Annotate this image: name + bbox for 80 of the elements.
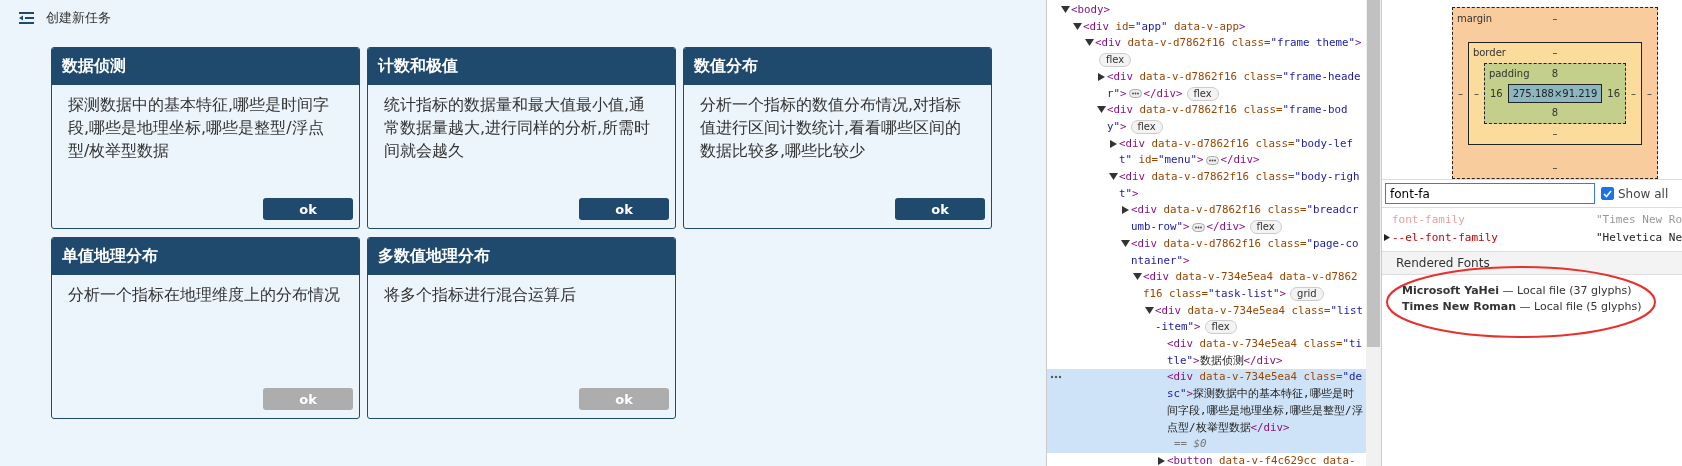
card-description: 统计指标的数据量和最大值最小值,通常数据量越大,进行同样的分析,所需时间就会越久 <box>383 94 652 162</box>
dom-node-line[interactable]: <div data-v-734e5ea4 class="title">数据侦测</div> <box>1047 336 1366 370</box>
ellipsis-icon[interactable] <box>1205 155 1219 165</box>
collapse-arrow-icon[interactable] <box>1085 39 1094 48</box>
box-value: – <box>1551 12 1559 24</box>
box-value: 16 <box>1606 87 1622 99</box>
card-description: 将多个指标进行混合运算后 <box>383 284 577 306</box>
property-name: --el-font-family <box>1392 230 1499 246</box>
layout-badge[interactable]: flex <box>1130 119 1163 134</box>
ok-button[interactable]: ok <box>263 198 353 220</box>
show-all-checkbox[interactable]: Show all <box>1601 186 1669 201</box>
box-value: – <box>1551 47 1559 58</box>
box-value: – <box>1472 87 1480 99</box>
property-value: "Helvetica Ne <box>1596 230 1682 246</box>
layout-badge[interactable]: flex <box>1249 220 1282 235</box>
box-value: – <box>1646 87 1654 99</box>
dom-node-line[interactable]: <div data-v-d7862f16 class="breadcrumb-row"> </div> flex <box>1047 202 1366 236</box>
layout-badge[interactable]: flex <box>1186 86 1219 101</box>
ellipsis-icon[interactable] <box>1191 222 1205 232</box>
card-title: 计数和极值 <box>368 48 675 85</box>
card-title: 数据侦测 <box>52 48 359 85</box>
page-title: 创建新任务 <box>46 9 111 27</box>
card-description: 分析一个指标在地理维度上的分布情况 <box>67 284 341 306</box>
card-description: 分析一个指标的数值分布情况,对指标值进行区间计数统计,看看哪些区间的数据比较多,哪些比较少 <box>699 94 963 162</box>
layout-badge[interactable]: flex <box>1099 53 1132 68</box>
ok-button[interactable]: ok <box>579 198 669 220</box>
selection-marker: == $0 <box>1173 436 1208 453</box>
box-label: margin <box>1456 12 1493 24</box>
dom-node-line[interactable]: <body> <box>1047 2 1366 19</box>
dom-node-line[interactable]: <div data-v-d7862f16 class="body-right"> <box>1047 169 1366 203</box>
dom-node-line[interactable]: <div data-v-d7862f16 class="frame-body"> flex <box>1047 102 1366 136</box>
content-size: 275.188×91.219 <box>1507 83 1603 103</box>
expand-arrow-icon[interactable] <box>1097 72 1106 81</box>
expand-arrow-icon[interactable] <box>1109 139 1118 148</box>
collapse-arrow-icon[interactable] <box>1133 273 1142 282</box>
dom-node-line[interactable]: <div data-v-734e5ea4 class="list-item"> flex <box>1047 302 1366 337</box>
ok-button[interactable]: ok <box>895 198 985 220</box>
box-value: – <box>1630 87 1638 99</box>
dom-node-line[interactable]: <div data-v-d7862f16 class="frame theme"> flex <box>1047 35 1366 69</box>
ellipsis-icon[interactable] <box>1128 89 1142 98</box>
collapse-arrow-icon[interactable] <box>1073 22 1082 31</box>
collapse-arrow-icon[interactable] <box>1145 306 1154 315</box>
dom-node-line[interactable]: <div data-v-d7862f16 class="frame-header"> </div> flex <box>1047 68 1366 103</box>
section-header: Rendered Fonts <box>1382 251 1682 275</box>
rendered-font: Microsoft YaHei — Local file (37 glyphs) <box>1401 283 1633 299</box>
filter-input[interactable]: font-fa <box>1385 183 1595 204</box>
box-label: padding <box>1488 68 1530 79</box>
expand-arrow-icon[interactable] <box>1384 234 1390 241</box>
card-description: 探测数据中的基本特征,哪些是时间字段,哪些是地理坐标,哪些是整型/浮点型/枚举型数据 <box>67 94 331 162</box>
collapse-arrow-icon[interactable] <box>1061 6 1070 14</box>
expand-arrow-icon[interactable] <box>1157 457 1166 465</box>
expand-arrow-icon[interactable] <box>1121 206 1130 215</box>
dom-node-line[interactable]: <button data-v-f4c629cc data- <box>1047 453 1366 466</box>
collapse-arrow-icon[interactable] <box>1121 239 1130 248</box>
collapse-arrow-icon[interactable] <box>1097 106 1106 115</box>
collapse-arrow-icon[interactable] <box>1109 173 1118 182</box>
dom-node-line[interactable]: <div data-v-d7862f16 class="page-container"> <box>1047 235 1366 270</box>
box-value: 8 <box>1550 105 1560 120</box>
scrollbar-thumb[interactable] <box>1367 0 1380 347</box>
rendered-font: Times New Roman — Local file (5 glyphs) <box>1401 299 1643 315</box>
card-title: 单值地理分布 <box>52 238 359 275</box>
card-title: 数值分布 <box>684 48 991 85</box>
card-title: 多数值地理分布 <box>368 238 675 275</box>
property-name: font-family <box>1392 212 1466 228</box>
box-value: – <box>1551 126 1559 141</box>
box-label: border <box>1472 47 1506 58</box>
menu-fold-icon[interactable] <box>19 12 34 24</box>
box-value: 8 <box>1550 68 1560 79</box>
box-value: – <box>1551 161 1559 175</box>
box-value: 16 <box>1488 87 1504 99</box>
checkbox[interactable] <box>1601 187 1614 200</box>
check-icon <box>1603 189 1612 198</box>
dom-node-line[interactable]: <div data-v-734e5ea4 data-v-d7862f16 class="task-list"> grid <box>1047 269 1366 303</box>
layout-badge[interactable]: grid <box>1290 286 1324 301</box>
box-value: – <box>1456 87 1464 99</box>
more-dots-icon[interactable] <box>1050 375 1062 380</box>
layout-badge[interactable]: flex <box>1204 320 1237 335</box>
dom-node-line[interactable]: <div data-v-d7862f16 class="body-left" id="menu"> </div> <box>1047 135 1366 170</box>
property-value: "Times New Ro <box>1596 212 1682 228</box>
dom-node-line[interactable]: <div id="app" data-v-app> <box>1047 18 1366 36</box>
